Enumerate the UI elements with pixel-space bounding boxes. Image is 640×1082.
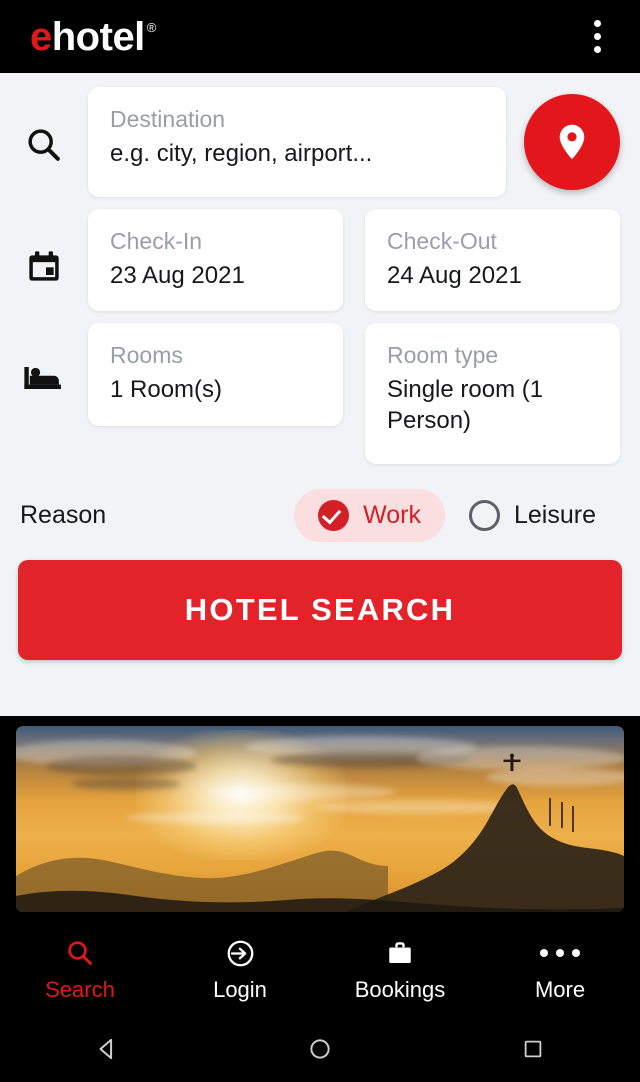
mountain-silhouettes xyxy=(16,753,624,912)
search-icon xyxy=(0,87,88,165)
rio-sunset-image xyxy=(16,726,624,912)
search-icon xyxy=(65,936,95,970)
nav-item-bookings-label: Bookings xyxy=(354,977,446,1002)
map-pin-icon xyxy=(559,124,585,160)
dates-row: Check-In 23 Aug 2021 Check-Out 24 Aug 20… xyxy=(0,209,640,312)
nav-item-search[interactable]: Search xyxy=(0,922,160,1015)
dot-icon xyxy=(572,949,580,957)
destination-label: Destination xyxy=(110,106,226,132)
logo-letter-e: e xyxy=(30,14,52,59)
rooms-row: Rooms 1 Room(s) Room type Single room (1… xyxy=(0,323,640,465)
checkin-input[interactable]: Check-In 23 Aug 2021 xyxy=(88,209,343,312)
dot-icon xyxy=(593,46,601,53)
reason-label: Reason xyxy=(20,500,107,529)
checkin-value: 23 Aug 2021 xyxy=(110,261,245,289)
room-type-value: Single room (1 Person) xyxy=(387,376,544,434)
nav-item-login[interactable]: Login xyxy=(160,922,320,1015)
reason-row: Reason Work Leisure xyxy=(0,476,640,544)
dot-icon xyxy=(556,949,564,957)
checkout-input[interactable]: Check-Out 24 Aug 2021 xyxy=(365,209,620,312)
nav-item-more-label: More xyxy=(534,977,586,1002)
app-screen: e hotel ® Destination e.g. city, region, a… xyxy=(0,0,640,1082)
destination-input[interactable]: Destination e.g. city, region, airport..… xyxy=(88,87,506,197)
triangle-back-icon xyxy=(99,1038,112,1059)
more-dots-icon xyxy=(540,936,580,970)
reason-option-leisure[interactable]: Leisure xyxy=(445,489,620,542)
promo-banner[interactable] xyxy=(0,716,640,922)
dot-icon xyxy=(593,33,601,40)
system-navigation-bar xyxy=(0,1015,640,1082)
briefcase-icon xyxy=(385,936,415,970)
submit-row: HOTEL SEARCH xyxy=(0,544,640,661)
overflow-menu-button[interactable] xyxy=(580,15,614,59)
reason-options: Work Leisure xyxy=(294,488,620,542)
checkout-label: Check-Out xyxy=(387,228,497,254)
system-back-button[interactable] xyxy=(0,1035,213,1063)
destination-value: e.g. city, region, airport... xyxy=(110,139,373,167)
hotel-search-button[interactable]: HOTEL SEARCH xyxy=(18,560,622,661)
calendar-icon xyxy=(0,209,88,287)
search-form: Destination e.g. city, region, airport..… xyxy=(0,73,640,661)
nav-item-more[interactable]: More xyxy=(480,922,640,1015)
rooms-value: 1 Room(s) xyxy=(110,376,223,404)
room-type-label: Room type xyxy=(387,342,499,369)
logo-text: hotel xyxy=(51,14,146,59)
dot-icon xyxy=(593,20,601,27)
checkin-label: Check-In xyxy=(110,228,203,254)
bottom-navigation: Search Login Bookings More xyxy=(0,922,640,1015)
radio-unchecked-icon xyxy=(469,499,500,531)
reason-option-work-label: Work xyxy=(363,500,421,529)
nav-item-bookings[interactable]: Bookings xyxy=(320,922,480,1015)
login-icon xyxy=(225,936,256,970)
antenna-towers xyxy=(549,798,574,832)
rooms-count-input[interactable]: Rooms 1 Room(s) xyxy=(88,323,343,426)
system-home-button[interactable] xyxy=(213,1035,426,1063)
radio-checked-icon xyxy=(318,499,350,531)
room-type-input[interactable]: Room type Single room (1 Person) xyxy=(365,323,620,465)
rooms-label: Rooms xyxy=(110,342,183,369)
system-recents-button[interactable] xyxy=(427,1036,640,1062)
bed-icon xyxy=(0,323,88,395)
checkout-value: 24 Aug 2021 xyxy=(387,261,522,289)
square-recents-icon xyxy=(525,1040,542,1057)
registered-trademark-icon: ® xyxy=(146,19,157,35)
app-bar: e hotel ® xyxy=(0,0,640,73)
reason-option-leisure-label: Leisure xyxy=(514,500,596,529)
current-location-button[interactable] xyxy=(524,94,620,190)
reason-option-work[interactable]: Work xyxy=(294,488,445,542)
nav-item-search-label: Search xyxy=(45,977,115,1002)
dot-icon xyxy=(540,949,548,957)
christ-redeemer-statue xyxy=(503,753,521,771)
destination-row: Destination e.g. city, region, airport..… xyxy=(0,87,640,197)
nav-item-login-label: Login xyxy=(213,977,267,1002)
app-logo: e hotel ® xyxy=(30,17,156,57)
circle-home-icon xyxy=(310,1038,330,1059)
